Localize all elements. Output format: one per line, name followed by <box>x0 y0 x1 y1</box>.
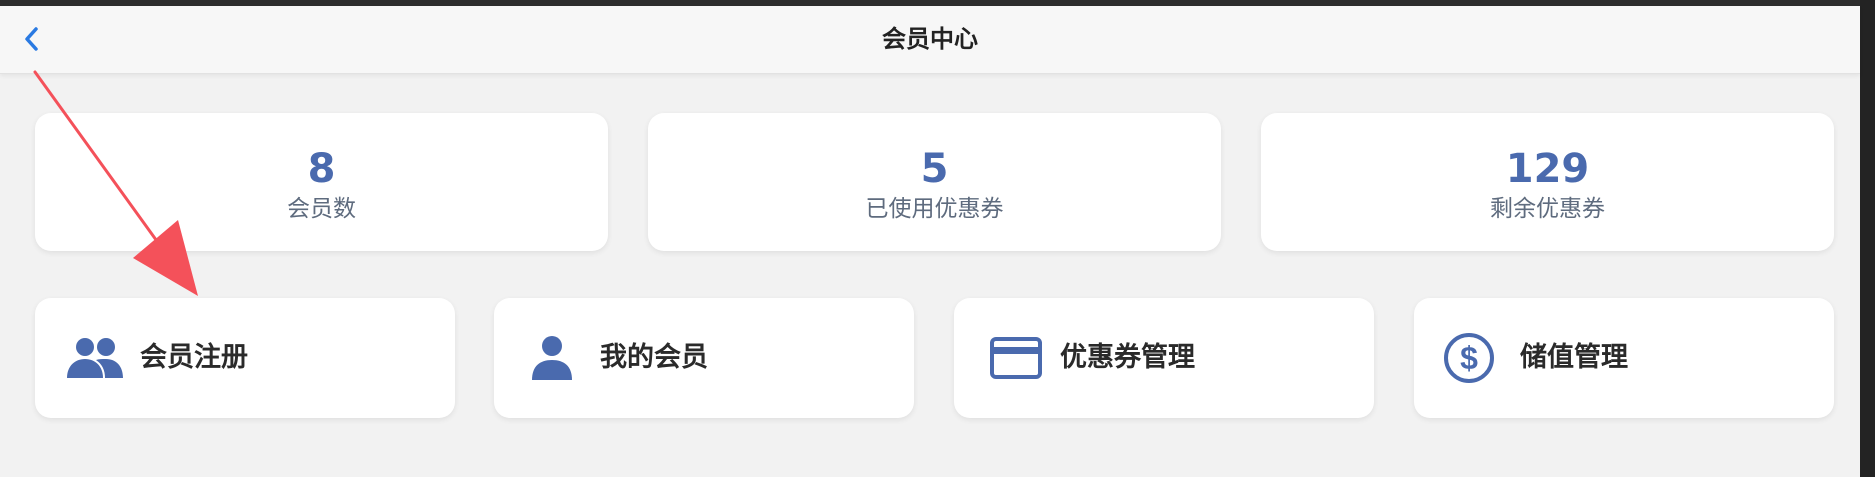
dollar-circle-icon: $ <box>1439 328 1499 388</box>
action-label: 储值管理 <box>1520 342 1628 373</box>
member-center-page: 会员中心 8 会员数 5 已使用优惠券 129 剩余优惠券 会员注册 我的会员 … <box>0 6 1860 477</box>
stat-card-members: 8 会员数 <box>35 113 608 251</box>
coupon-management-button[interactable]: 优惠券管理 <box>954 298 1374 418</box>
stat-card-used-coupons: 5 已使用优惠券 <box>648 113 1221 251</box>
stored-value-management-button[interactable]: $ 储值管理 <box>1414 298 1834 418</box>
my-members-button[interactable]: 我的会员 <box>494 298 914 418</box>
action-label: 会员注册 <box>140 342 248 373</box>
navigation-bar: 会员中心 <box>0 6 1860 74</box>
page-title: 会员中心 <box>882 25 978 53</box>
action-label: 优惠券管理 <box>1060 342 1195 373</box>
svg-text:$: $ <box>1460 340 1478 376</box>
stat-value: 5 <box>920 146 949 192</box>
back-button[interactable] <box>16 24 46 54</box>
stat-card-remaining-coupons: 129 剩余优惠券 <box>1261 113 1834 251</box>
stat-value: 8 <box>307 146 336 192</box>
stat-label: 已使用优惠券 <box>865 196 1004 222</box>
stat-label: 剩余优惠券 <box>1490 196 1605 222</box>
credit-card-icon <box>986 328 1046 388</box>
person-icon <box>522 328 582 388</box>
stat-value: 129 <box>1505 146 1590 192</box>
group-icon <box>65 328 125 388</box>
screen: 会员中心 8 会员数 5 已使用优惠券 129 剩余优惠券 会员注册 我的会员 … <box>0 0 1875 477</box>
window-right-edge <box>1860 0 1875 477</box>
stat-label: 会员数 <box>287 196 356 222</box>
chevron-left-icon <box>25 27 38 51</box>
member-register-button[interactable]: 会员注册 <box>35 298 455 418</box>
action-label: 我的会员 <box>600 342 708 373</box>
